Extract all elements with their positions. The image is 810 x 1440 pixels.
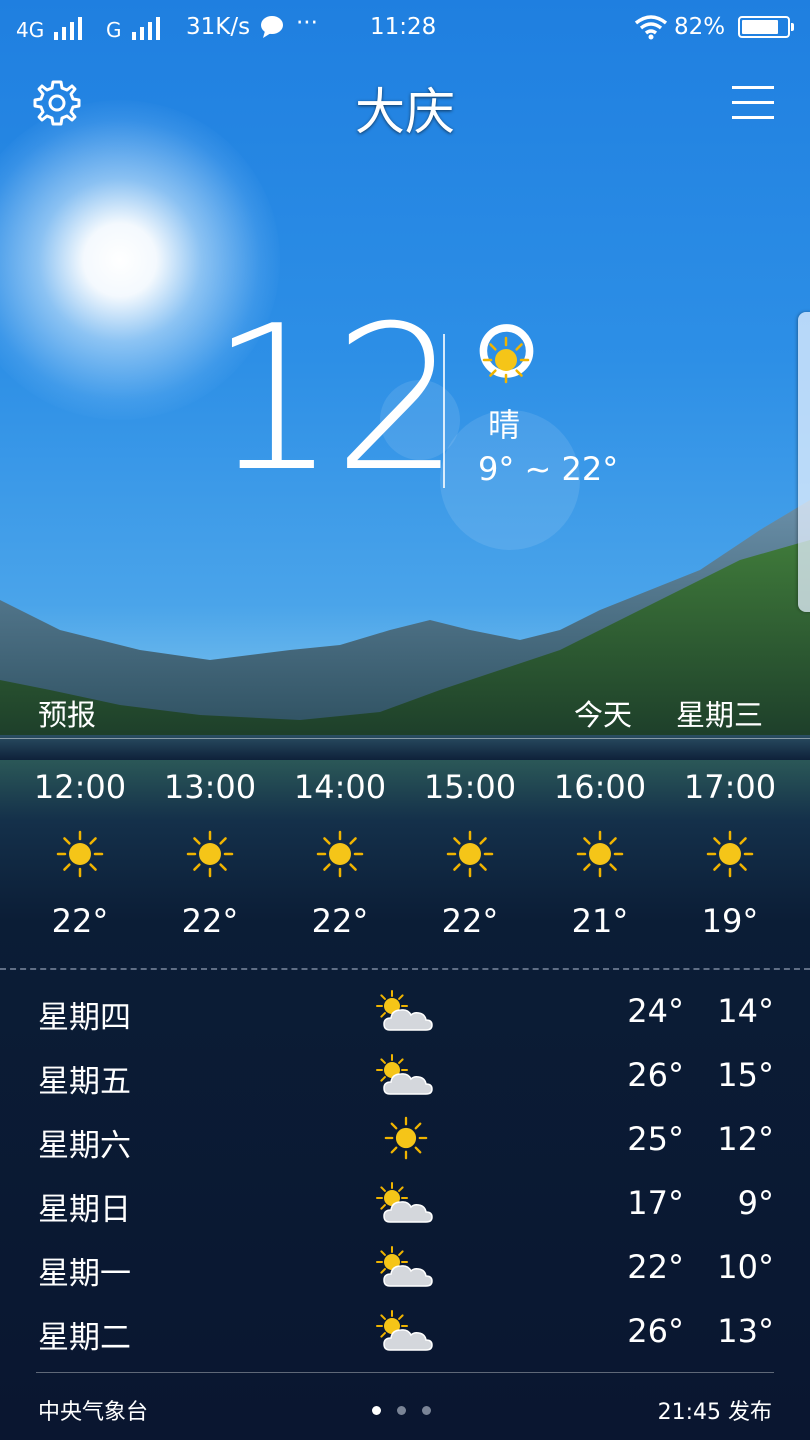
status-bar: 4G G 31K/s ··· 11:28 82% xyxy=(0,0,810,60)
wifi-icon xyxy=(634,15,668,40)
daily-day-name: 星期一 xyxy=(38,1256,131,1292)
edge-panel-handle[interactable] xyxy=(798,312,810,612)
hourly-daily-separator xyxy=(0,968,810,970)
sun-icon xyxy=(405,812,535,896)
hourly-time: 12:00 xyxy=(33,768,127,806)
daily-high-temp: 22° xyxy=(627,1248,684,1286)
hourly-item: 17:00 19° xyxy=(665,762,795,940)
sun-icon xyxy=(535,812,665,896)
battery-percent: 82% xyxy=(674,14,726,40)
daily-low-temp: 15° xyxy=(717,1056,774,1094)
more-notifications: ··· xyxy=(296,10,318,36)
hourly-item: 14:00 22° xyxy=(275,762,405,940)
daily-high-temp: 26° xyxy=(627,1312,684,1350)
hourly-item: 15:00 22° xyxy=(405,762,535,940)
signal-icon xyxy=(54,17,82,40)
daily-day-name: 星期四 xyxy=(38,1000,131,1036)
sun-icon xyxy=(15,812,145,896)
sun-icon xyxy=(482,336,530,384)
partly-cloudy-icon xyxy=(376,1308,436,1356)
daily-low-temp: 12° xyxy=(717,1120,774,1158)
daily-high-temp: 24° xyxy=(627,992,684,1030)
hourly-temp: 22° xyxy=(311,902,369,940)
daily-row: 星期四 24° 14° xyxy=(0,980,810,1044)
daily-low-temp: 13° xyxy=(717,1312,774,1350)
daily-day-name: 星期五 xyxy=(38,1064,131,1100)
daily-low-temp: 9° xyxy=(737,1184,774,1222)
hourly-time: 16:00 xyxy=(553,768,647,806)
network-speed: 31K/s xyxy=(186,14,251,40)
network-type-4g: 4G xyxy=(16,18,45,42)
daily-low-temp: 10° xyxy=(717,1248,774,1286)
hourly-time: 15:00 xyxy=(423,768,517,806)
hourly-item: 13:00 22° xyxy=(145,762,275,940)
hourly-temp: 22° xyxy=(441,902,499,940)
daily-row: 星期一 22° 10° xyxy=(0,1236,810,1300)
partly-cloudy-icon xyxy=(376,1052,436,1100)
sun-icon xyxy=(275,812,405,896)
page-dot[interactable] xyxy=(372,1406,381,1415)
daily-row: 星期六 25° 12° xyxy=(0,1108,810,1172)
hourly-time: 17:00 xyxy=(683,768,777,806)
data-source: 中央气象台 xyxy=(38,1400,149,1425)
partly-cloudy-icon xyxy=(376,1180,436,1228)
current-condition: 晴 xyxy=(488,406,521,444)
page-indicator[interactable] xyxy=(372,1400,447,1419)
hourly-item: 12:00 22° xyxy=(15,762,145,940)
sun-icon xyxy=(145,812,275,896)
hourly-temp: 19° xyxy=(701,902,759,940)
hourly-temp: 21° xyxy=(571,902,629,940)
daily-forecast: 星期四 24° 14° 星期五 26° 15° 星期六 25° 12° 星期日 17° 9° 星期一 22… xyxy=(0,980,810,1364)
daily-row: 星期日 17° 9° xyxy=(0,1172,810,1236)
sun-icon xyxy=(665,812,795,896)
hourly-time: 13:00 xyxy=(163,768,257,806)
hourly-temp: 22° xyxy=(181,902,239,940)
menu-icon[interactable] xyxy=(732,84,776,122)
hourly-time: 14:00 xyxy=(293,768,387,806)
hourly-forecast[interactable]: 12:00 22° 13:00 22° 14:00 22° 15:00 22° 16:00 21°… xyxy=(15,762,795,940)
sun-icon xyxy=(376,1116,436,1164)
page-dot[interactable] xyxy=(397,1406,406,1415)
daily-day-name: 星期日 xyxy=(38,1192,131,1228)
signal-icon xyxy=(132,17,160,40)
daily-row: 星期二 26° 13° xyxy=(0,1300,810,1364)
daily-high-temp: 17° xyxy=(627,1184,684,1222)
hourly-item: 16:00 21° xyxy=(535,762,665,940)
weather-screen: 4G G 31K/s ··· 11:28 82% 大庆 12° 晴 9° ~ 2… xyxy=(0,0,810,1440)
footer-divider xyxy=(36,1372,774,1373)
message-bubble-icon xyxy=(261,16,283,38)
today-label: 今天 xyxy=(574,698,633,732)
partly-cloudy-icon xyxy=(376,1244,436,1292)
network-type-g: G xyxy=(106,18,122,42)
daily-high-temp: 26° xyxy=(627,1056,684,1094)
clock: 11:28 xyxy=(370,14,437,40)
hourly-temp: 22° xyxy=(51,902,109,940)
weekday-label: 星期三 xyxy=(676,698,764,732)
page-dot[interactable] xyxy=(422,1406,431,1415)
daily-day-name: 星期六 xyxy=(38,1128,131,1164)
forecast-divider xyxy=(0,738,810,739)
current-temp-range: 9° ~ 22° xyxy=(478,450,619,488)
current-divider xyxy=(443,334,445,488)
daily-row: 星期五 26° 15° xyxy=(0,1044,810,1108)
daily-day-name: 星期二 xyxy=(38,1320,131,1356)
forecast-label: 预报 xyxy=(38,698,97,732)
publish-time: 21:45 发布 xyxy=(657,1400,772,1425)
battery-icon xyxy=(738,16,794,38)
daily-low-temp: 14° xyxy=(717,992,774,1030)
city-title[interactable]: 大庆 xyxy=(0,72,810,144)
daily-high-temp: 25° xyxy=(627,1120,684,1158)
partly-cloudy-icon xyxy=(376,988,436,1036)
